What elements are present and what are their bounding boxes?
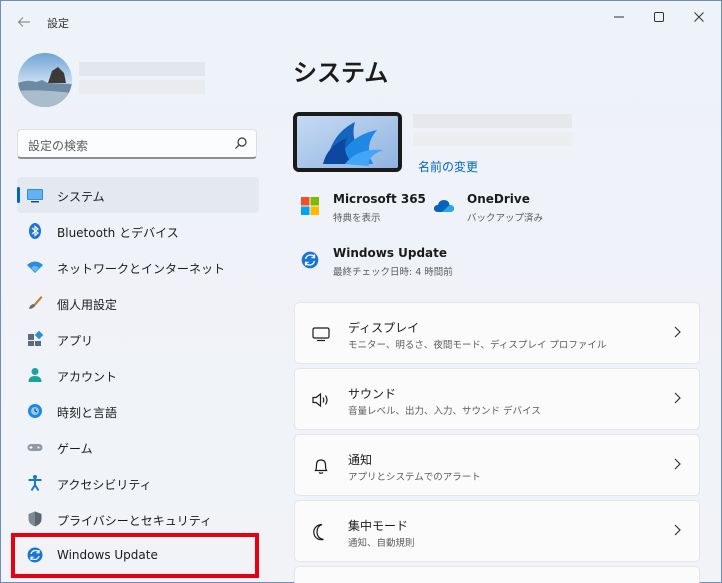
sidebar-item-label: アカウント — [57, 370, 118, 384]
sidebar-item-label: 時刻と言語 — [57, 406, 118, 420]
card-title: ディスプレイ — [348, 321, 420, 335]
gamepad-icon — [27, 444, 43, 451]
avatar-photo — [18, 53, 72, 107]
page-title: システム — [293, 59, 389, 87]
sidebar-item-label: Bluetooth とデバイス — [57, 226, 179, 240]
card-focus-assist[interactable]: 集中モード 通知、自動規則 — [294, 500, 700, 562]
system-display-icon — [27, 189, 43, 203]
chevron-right-icon — [674, 524, 681, 536]
sidebar-item-system[interactable]: システム — [17, 177, 259, 213]
speaker-icon — [312, 392, 328, 408]
monitor-icon — [312, 327, 330, 342]
sidebar-item-network[interactable]: ネットワークとインターネット — [17, 249, 259, 285]
rename-link[interactable]: 名前の変更 — [418, 158, 478, 175]
quick-link-subtitle: バックアップ済み — [467, 213, 544, 224]
quick-link-subtitle: 特典を表示 — [333, 213, 381, 224]
card-next-partial[interactable] — [294, 566, 700, 583]
device-model-redacted — [413, 132, 572, 146]
sidebar-item-label: アクセシビリティ — [57, 478, 152, 492]
sidebar-item-label: プライバシーとセキュリティ — [57, 514, 213, 528]
onedrive-cloud-icon — [434, 200, 454, 212]
avatar[interactable] — [18, 53, 72, 107]
card-subtitle: 通知、自動規則 — [348, 538, 415, 549]
account-icon — [28, 368, 42, 382]
card-title: 通知 — [348, 453, 373, 467]
microsoft-365-icon — [301, 197, 319, 215]
moon-icon — [313, 523, 324, 541]
paintbrush-icon — [29, 296, 43, 309]
sidebar-item-apps[interactable]: アプリ — [17, 321, 259, 357]
apps-icon — [28, 330, 44, 346]
search-icon — [235, 137, 247, 149]
sidebar-item-label: アプリ — [57, 334, 94, 348]
card-display[interactable]: ディスプレイ モニター、明るさ、夜間モード、ディスプレイ プロファイル — [294, 302, 700, 364]
time-language-icon — [28, 404, 42, 418]
quick-link-title: OneDrive — [467, 192, 530, 206]
bluetooth-icon — [29, 223, 41, 239]
shield-icon — [28, 511, 42, 527]
maximize-button[interactable] — [641, 5, 677, 29]
sidebar-item-personalization[interactable]: 個人用設定 — [17, 285, 259, 321]
card-subtitle: 音量レベル、出力、入力、サウンド デバイス — [348, 406, 541, 417]
quick-link-title: Windows Update — [333, 246, 448, 260]
sidebar-nav: システム Bluetooth とデバイス ネットワークとインターネット 個人用設… — [17, 177, 259, 573]
sidebar-item-label: システム — [57, 190, 105, 204]
close-button[interactable] — [681, 5, 717, 29]
sidebar-item-accessibility[interactable]: アクセシビリティ — [17, 465, 259, 501]
maximize-icon — [654, 12, 664, 22]
minimize-button[interactable] — [601, 5, 637, 29]
quick-link-subtitle: 最終チェック日時: 4 時間前 — [333, 267, 453, 278]
card-subtitle: モニター、明るさ、夜間モード、ディスプレイ プロファイル — [348, 340, 607, 351]
card-sound[interactable]: サウンド 音量レベル、出力、入力、サウンド デバイス — [294, 368, 700, 430]
back-button[interactable] — [13, 11, 35, 33]
profile-email-redacted — [79, 80, 205, 94]
quick-link-title: Microsoft 365 — [333, 192, 426, 206]
sidebar-item-accounts[interactable]: アカウント — [17, 357, 259, 393]
card-subtitle: アプリとシステムでのアラート — [348, 472, 481, 483]
sidebar-item-privacy[interactable]: プライバシーとセキュリティ — [17, 501, 259, 537]
device-thumbnail — [293, 112, 402, 172]
chevron-right-icon — [674, 326, 681, 338]
card-title: サウンド — [348, 387, 397, 401]
sidebar-item-label: 個人用設定 — [57, 298, 118, 312]
sidebar-item-time-language[interactable]: 時刻と言語 — [17, 393, 259, 429]
sidebar-item-bluetooth[interactable]: Bluetooth とデバイス — [17, 213, 259, 249]
search-input[interactable]: 設定の検索 — [17, 129, 257, 159]
app-title: 設定 — [47, 17, 69, 30]
bell-icon — [314, 459, 328, 474]
sidebar-item-gaming[interactable]: ゲーム — [17, 429, 259, 465]
card-title: 集中モード — [348, 519, 409, 533]
arrow-left-icon — [17, 17, 30, 27]
sidebar-item-label: ネットワークとインターネット — [57, 262, 226, 276]
windows-update-icon — [301, 251, 319, 269]
selection-indicator — [17, 187, 20, 203]
wifi-icon — [27, 261, 43, 273]
device-name-redacted — [413, 114, 572, 128]
search-placeholder: 設定の検索 — [28, 139, 89, 153]
close-icon — [694, 12, 704, 22]
sidebar-item-label: ゲーム — [57, 442, 93, 456]
profile-name-redacted — [79, 62, 205, 76]
accessibility-icon — [28, 475, 42, 492]
card-notifications[interactable]: 通知 アプリとシステムでのアラート — [294, 434, 700, 496]
windows-bloom-wallpaper — [297, 116, 398, 168]
title-bar: 設定 — [1, 1, 721, 41]
chevron-right-icon — [674, 458, 681, 470]
minimize-icon — [614, 16, 624, 18]
chevron-right-icon — [674, 392, 681, 404]
windows-update-highlight — [11, 533, 259, 578]
settings-window: 設定 設定の検索 システム Bluetooth とデバイス ネットワークとインタ… — [0, 0, 722, 583]
